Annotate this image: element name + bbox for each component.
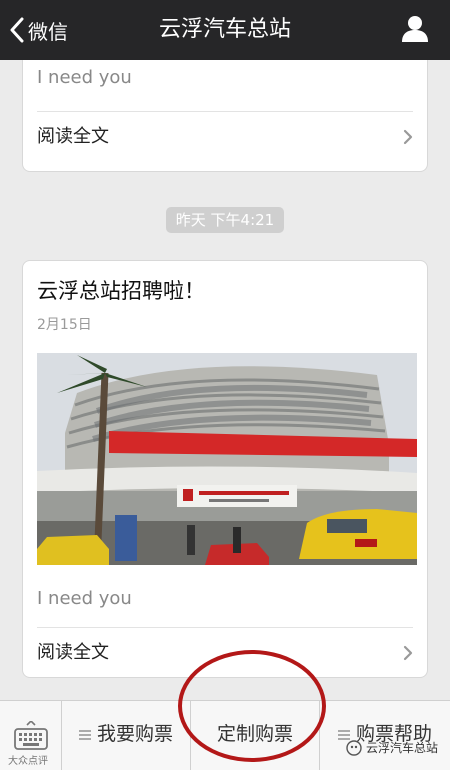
menu-item-label: 我要购票 [96,723,173,745]
chevron-right-icon [403,129,413,145]
read-more-label: 阅读全文 [37,642,109,663]
wechat-logo-icon [346,739,362,756]
message-card[interactable]: I need you 阅读全文 [22,60,428,172]
watermark-right: 云浮汽车总站 [346,739,438,756]
article-date: 2月15日 [37,317,92,333]
keyboard-icon [14,721,48,750]
menu-item-custom-ticket[interactable]: 定制购票 [191,701,320,770]
bottom-menu-bar: 我要购票 定制购票 购票帮助 [0,700,450,770]
menu-lines-icon [337,729,350,740]
article-summary: I need you [37,588,132,609]
menu-item-ticket-help[interactable]: 购票帮助 [320,701,450,770]
menu-item-label: 定制购票 [216,723,293,745]
watermark-left: 大众点评 [8,756,48,767]
article-title: 云浮总站招聘啦！ [37,279,205,303]
navigation-bar: 微信 云浮汽车总站 [0,0,450,60]
menu-item-buy-ticket[interactable]: 我要购票 [62,701,191,770]
read-more-link[interactable]: 阅读全文 [23,628,427,678]
menu-lines-icon [78,729,91,740]
message-timestamp: 昨天 下午4:21 [166,207,284,233]
message-list[interactable]: I need you 阅读全文 昨天 下午4:21 云浮总站招聘啦！ 2月15日 [0,60,450,700]
back-button[interactable]: 微信 [10,14,68,46]
watermark-right-label: 云浮汽车总站 [365,741,438,755]
person-icon [402,16,428,42]
profile-button[interactable] [400,14,430,44]
back-label: 微信 [28,19,68,44]
bus-station-photo [37,353,417,565]
article-card[interactable]: 云浮总站招聘啦！ 2月15日 I need you 阅读全文 [22,260,428,678]
read-more-label: 阅读全文 [37,126,109,147]
read-more-link[interactable]: 阅读全文 [23,112,427,162]
article-cover-image[interactable] [37,353,417,565]
message-summary: I need you [37,67,132,88]
chevron-left-icon [10,17,24,43]
chevron-right-icon [403,645,413,661]
